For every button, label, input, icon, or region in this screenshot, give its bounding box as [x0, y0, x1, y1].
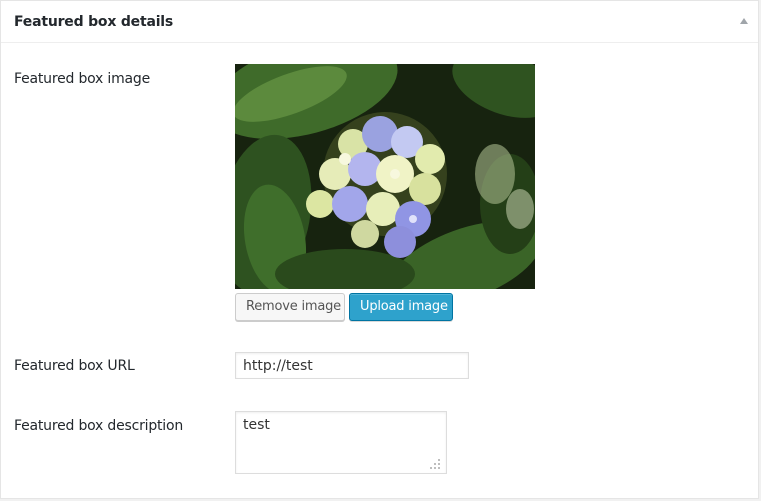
- upload-image-button[interactable]: Upload image: [349, 293, 453, 321]
- image-field-label: Featured box image: [14, 71, 151, 87]
- featured-box-metabox: Featured box details Featured box image: [0, 0, 759, 499]
- collapse-toggle-icon[interactable]: [740, 18, 748, 24]
- url-input[interactable]: [235, 352, 469, 379]
- metabox-title: Featured box details: [14, 14, 174, 30]
- hydrangea-image: [235, 64, 535, 289]
- description-field-label: Featured box description: [14, 418, 184, 434]
- description-textarea[interactable]: test: [235, 411, 447, 474]
- remove-image-button[interactable]: Remove image: [235, 293, 345, 321]
- metabox-header[interactable]: Featured box details: [1, 1, 758, 43]
- resize-grip-icon[interactable]: [429, 458, 441, 470]
- url-field-label: Featured box URL: [14, 358, 135, 374]
- featured-image-preview: [235, 64, 535, 289]
